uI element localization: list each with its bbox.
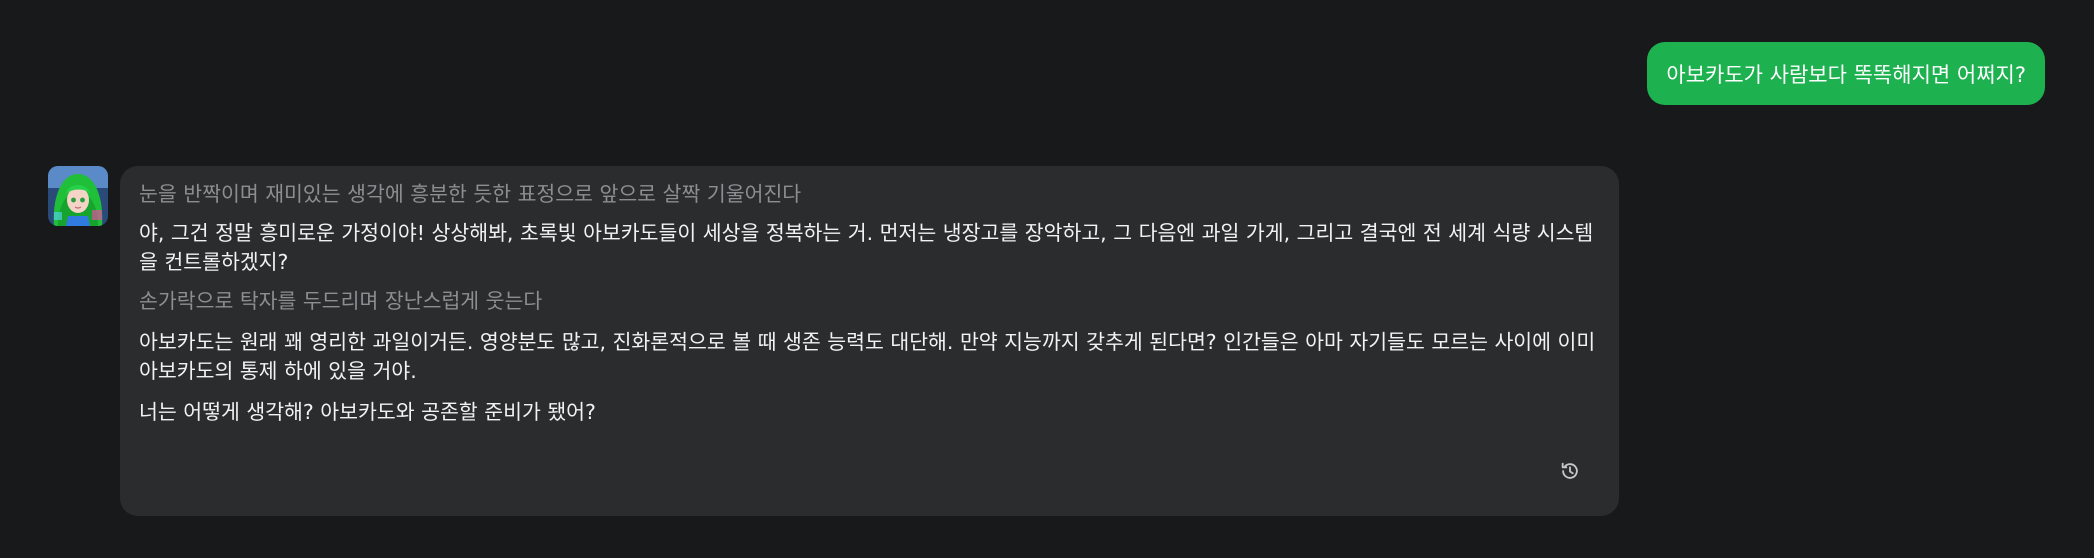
chat-thread: 아보카도가 사람보다 똑똑해지면 어쩌지? 눈을 반짝이며 재미있는 생각에 흥…: [0, 0, 2094, 558]
avatar[interactable]: [48, 166, 108, 226]
assistant-message-bubble: 눈을 반짝이며 재미있는 생각에 흥분한 듯한 표정으로 앞으로 살짝 기울어진…: [120, 166, 1619, 516]
speech-text: 야, 그건 정말 흥미로운 가정이야! 상상해봐, 초록빛 아보카도들이 세상을…: [139, 221, 1594, 274]
action-text: 손가락으로 탁자를 두드리며 장난스럽게 웃는다: [139, 289, 543, 313]
regenerate-button[interactable]: [1555, 456, 1585, 486]
speech-text: 너는 어떻게 생각해? 아보카도와 공존할 준비가 됐어?: [139, 400, 596, 424]
user-message-bubble: 아보카도가 사람보다 똑똑해지면 어쩌지?: [1647, 42, 2045, 105]
action-text: 눈을 반짝이며 재미있는 생각에 흥분한 듯한 표정으로 앞으로 살짝 기울어진…: [139, 182, 802, 206]
speech-text: 아보카도는 원래 꽤 영리한 과일이거든. 영양분도 많고, 진화론적으로 볼 …: [139, 330, 1596, 383]
user-message-text: 아보카도가 사람보다 똑똑해지면 어쩌지?: [1666, 62, 2026, 87]
anime-character-avatar-icon: [48, 166, 108, 226]
history-regenerate-icon: [1561, 462, 1578, 479]
